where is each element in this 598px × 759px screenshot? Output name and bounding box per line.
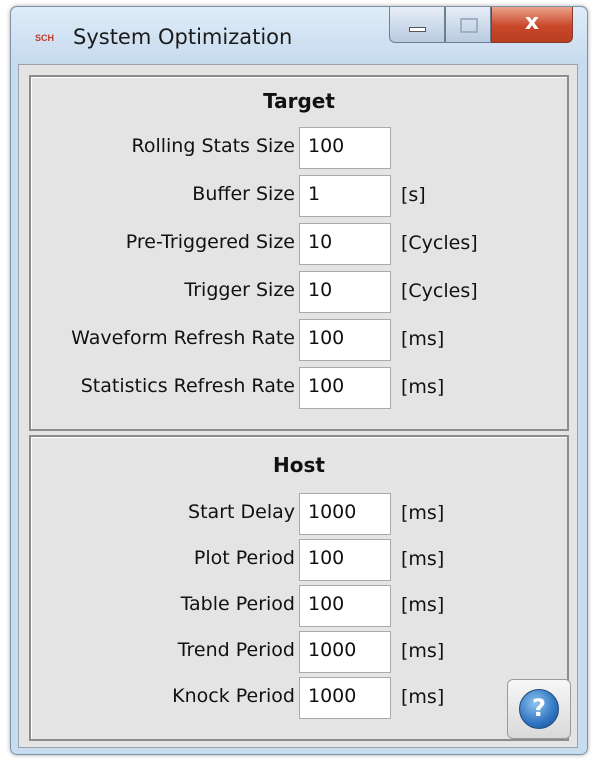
field-label: Buffer Size (192, 183, 295, 205)
field-unit: [s] (401, 184, 426, 206)
field-waveform-refresh-rate: Waveform Refresh Rate 100 [ms] (31, 319, 567, 361)
field-knock-period: Knock Period 1000 [ms] (31, 677, 567, 719)
field-table-period: Table Period 100 [ms] (31, 585, 567, 627)
title-bar[interactable]: SCH System Optimization x (11, 7, 587, 65)
field-label: Trigger Size (184, 279, 295, 301)
trigger-size-input[interactable]: 10 (299, 271, 391, 313)
field-plot-period: Plot Period 100 [ms] (31, 539, 567, 581)
field-unit: [ms] (401, 686, 445, 708)
field-unit: [ms] (401, 594, 445, 616)
field-label: Plot Period (193, 547, 295, 569)
field-label: Knock Period (172, 685, 295, 707)
help-button[interactable]: ? (507, 679, 571, 739)
minimize-icon (409, 27, 426, 32)
maximize-button[interactable] (445, 7, 491, 43)
field-label: Pre-Triggered Size (125, 231, 295, 253)
field-label: Rolling Stats Size (131, 135, 296, 157)
target-section-title: Target (263, 89, 335, 113)
help-icon: ? (519, 689, 559, 729)
buffer-size-input[interactable]: 1 (299, 175, 391, 217)
close-button[interactable]: x (491, 7, 573, 43)
waveform-refresh-rate-input[interactable]: 100 (299, 319, 391, 361)
statistics-refresh-rate-input[interactable]: 100 (299, 367, 391, 409)
field-buffer-size: Buffer Size 1 [s] (31, 175, 567, 217)
target-section: Target Rolling Stats Size 100 Buffer Siz… (29, 75, 569, 431)
table-period-input[interactable]: 100 (299, 585, 391, 627)
pre-triggered-size-input[interactable]: 10 (299, 223, 391, 265)
minimize-button[interactable] (389, 7, 445, 43)
field-label: Start Delay (188, 501, 295, 523)
maximize-icon (460, 18, 478, 33)
field-label: Statistics Refresh Rate (80, 375, 295, 397)
field-unit: [ms] (401, 328, 445, 350)
field-label: Trend Period (177, 639, 295, 661)
field-unit: [ms] (401, 376, 445, 398)
question-mark-glyph: ? (532, 694, 546, 722)
app-logo-icon: SCH (35, 33, 55, 43)
field-unit: [ms] (401, 502, 445, 524)
field-label: Waveform Refresh Rate (71, 327, 295, 349)
window-client-area: Target Rolling Stats Size 100 Buffer Siz… (18, 64, 578, 748)
field-unit: [ms] (401, 640, 445, 662)
field-trigger-size: Trigger Size 10 [Cycles] (31, 271, 567, 313)
field-pre-triggered-size: Pre-Triggered Size 10 [Cycles] (31, 223, 567, 265)
close-icon: x (524, 10, 540, 35)
knock-period-input[interactable]: 1000 (299, 677, 391, 719)
field-statistics-refresh-rate: Statistics Refresh Rate 100 [ms] (31, 367, 567, 409)
field-unit: [Cycles] (401, 280, 478, 302)
plot-period-input[interactable]: 100 (299, 539, 391, 581)
start-delay-input[interactable]: 1000 (299, 493, 391, 535)
rolling-stats-size-input[interactable]: 100 (299, 127, 391, 169)
window-title: System Optimization (73, 25, 293, 49)
field-unit: [ms] (401, 548, 445, 570)
field-rolling-stats-size: Rolling Stats Size 100 (31, 127, 567, 169)
field-label: Table Period (180, 593, 295, 615)
field-trend-period: Trend Period 1000 [ms] (31, 631, 567, 673)
trend-period-input[interactable]: 1000 (299, 631, 391, 673)
host-section-title: Host (273, 453, 325, 477)
host-section: Host Start Delay 1000 [ms] Plot Period 1… (29, 435, 569, 741)
field-unit: [Cycles] (401, 232, 478, 254)
field-start-delay: Start Delay 1000 [ms] (31, 493, 567, 535)
